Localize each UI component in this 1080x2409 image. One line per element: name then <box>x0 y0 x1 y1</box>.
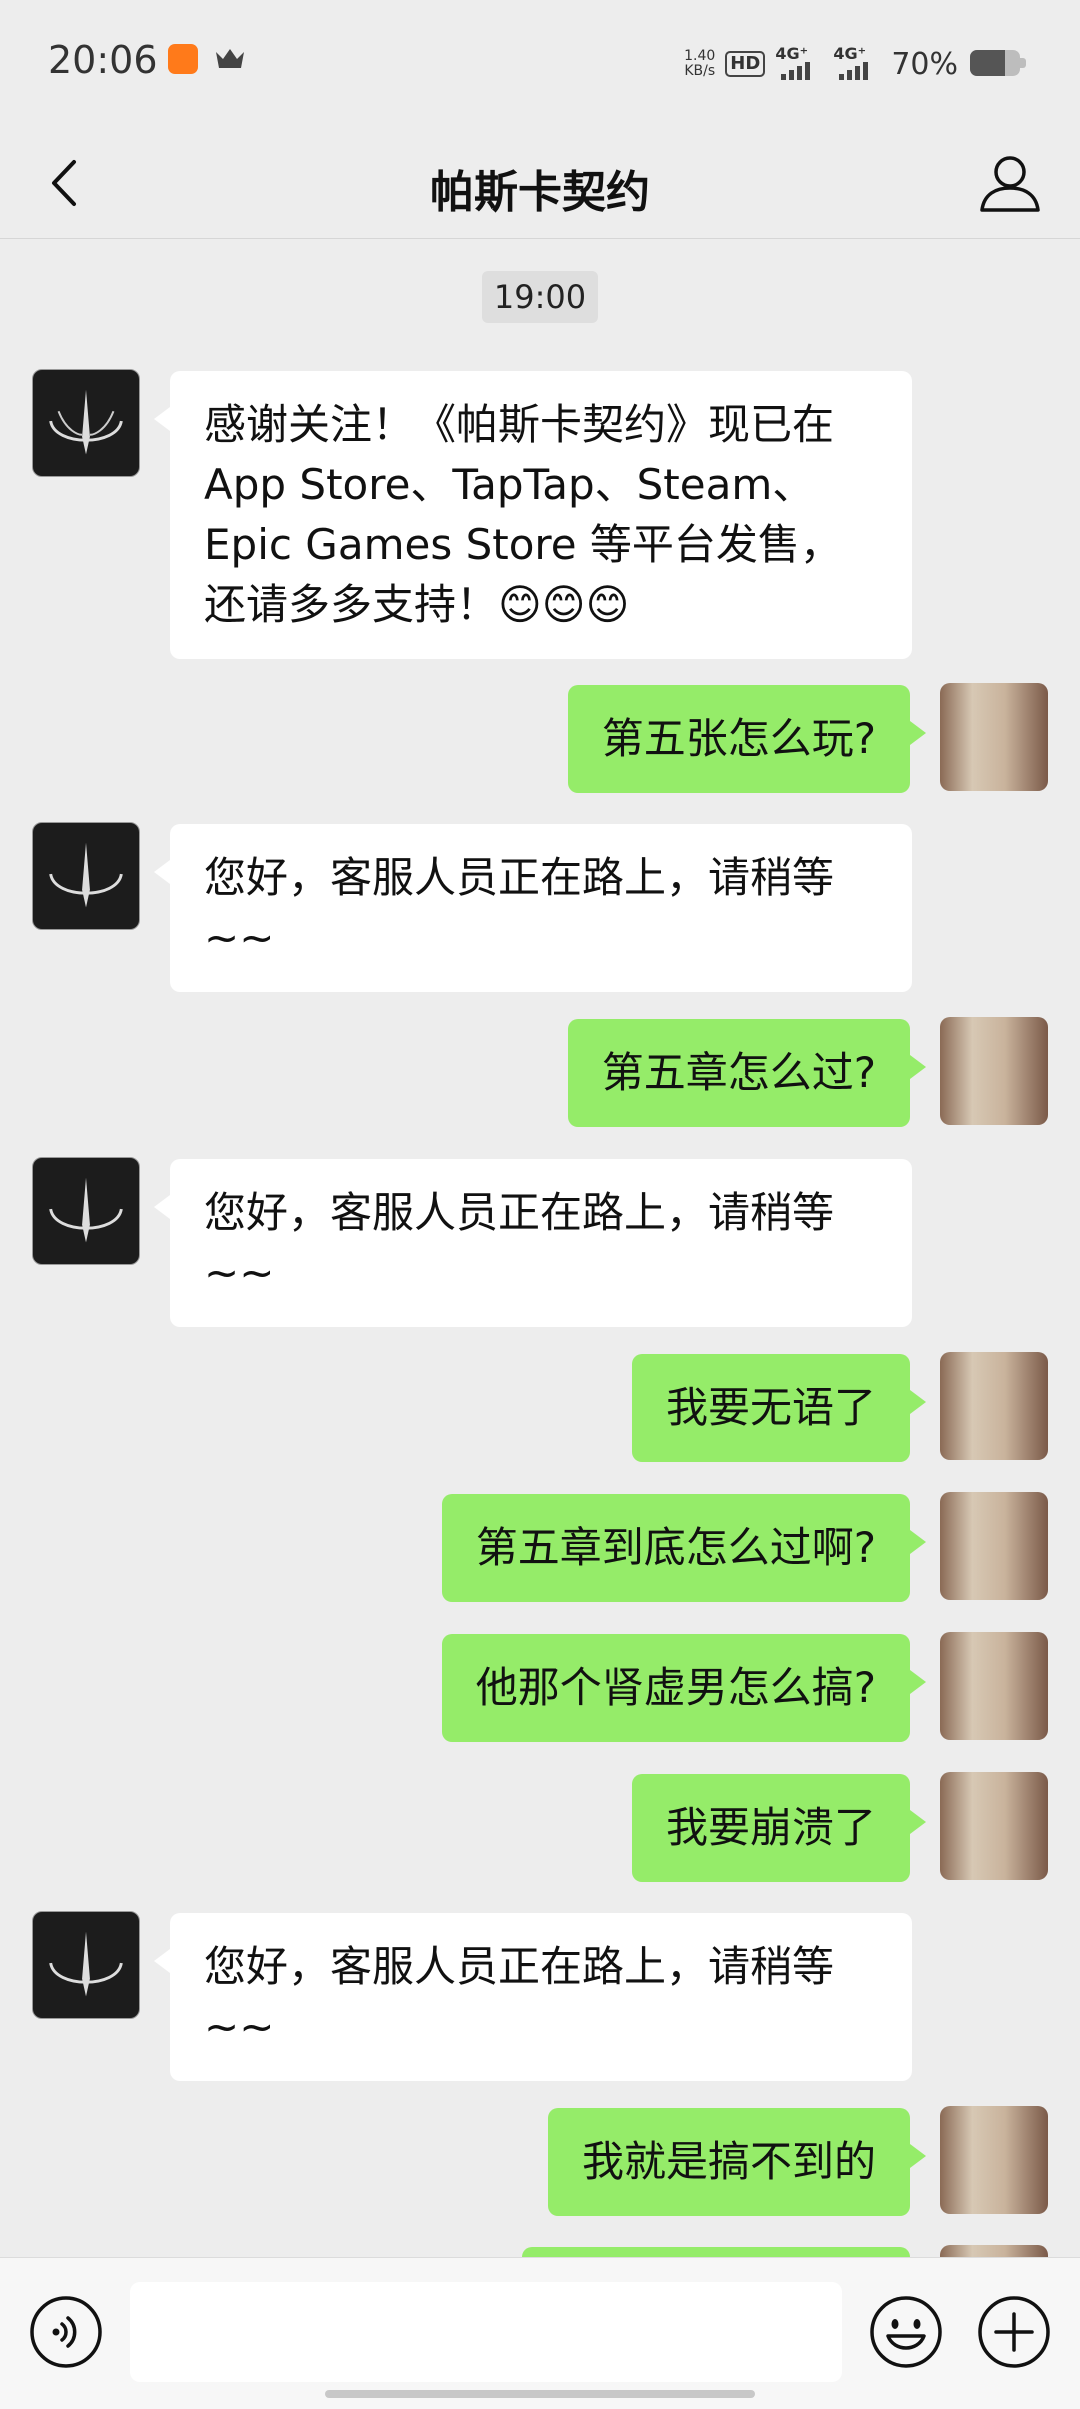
chat-header: 帕斯卡契约 <box>0 128 1080 239</box>
user-avatar[interactable] <box>940 1352 1048 1460</box>
game-logo-icon <box>49 1931 123 1997</box>
game-logo-icon <box>49 1177 123 1243</box>
user-avatar[interactable] <box>940 1772 1048 1880</box>
input-bar <box>0 2257 1080 2409</box>
emoji-icon[interactable] <box>868 2294 944 2370</box>
crown-icon <box>216 49 244 68</box>
voice-icon[interactable] <box>28 2294 104 2370</box>
status-bar: 20:06 1.40 KB/s HD 4G⁺ 4G⁺ 70% <box>0 0 1080 128</box>
status-time: 20:06 <box>48 38 158 82</box>
user-avatar[interactable] <box>940 2106 1048 2214</box>
user-avatar[interactable] <box>940 1492 1048 1600</box>
incoming-message[interactable]: 您好，客服人员正在路上，请稍等~~ <box>154 824 912 992</box>
message-timestamp: 19:00 <box>482 271 598 323</box>
taobao-notification-icon <box>168 44 198 74</box>
battery-percent: 70% <box>891 46 958 82</box>
status-indicators: 1.40 KB/s HD 4G⁺ 4G⁺ 70% <box>684 44 958 84</box>
message-input[interactable] <box>130 2282 842 2382</box>
game-logo-icon <box>49 389 123 455</box>
signal-icon-1: 4G⁺ <box>775 46 823 82</box>
chat-messages[interactable]: 19:00 感谢关注！《帕斯卡契约》现已在App Store、TapTap、St… <box>0 239 1080 2257</box>
outgoing-message[interactable]: 第五章到底怎么过啊? <box>441 1494 927 1602</box>
user-avatar[interactable] <box>940 683 1048 791</box>
bot-avatar[interactable] <box>32 822 140 930</box>
home-indicator[interactable] <box>325 2390 755 2398</box>
incoming-message[interactable]: 您好，客服人员正在路上，请稍等~~ <box>154 1159 912 1327</box>
game-logo-icon <box>49 842 123 908</box>
battery-tip <box>1020 58 1026 68</box>
network-speed-unit: KB/s <box>684 63 716 79</box>
outgoing-message[interactable]: 我要崩溃了 <box>631 1774 927 1882</box>
incoming-message[interactable]: 您好，客服人员正在路上，请稍等~~ <box>154 1913 912 2081</box>
network-speed: 1.40 KB/s <box>684 49 715 79</box>
bot-avatar[interactable] <box>32 1157 140 1265</box>
hd-icon: HD <box>725 51 766 77</box>
person-icon[interactable] <box>970 144 1050 224</box>
incoming-message[interactable]: 感谢关注！《帕斯卡契约》现已在App Store、TapTap、Steam、Ep… <box>154 371 912 659</box>
signal-icon-2: 4G⁺ <box>833 46 881 82</box>
outgoing-message[interactable]: 第五章怎么过? <box>567 1019 927 1127</box>
user-avatar[interactable] <box>940 2245 1048 2257</box>
outgoing-message[interactable]: 他那个肾虚男怎么搞? <box>441 1634 927 1742</box>
network-type-2: 4G⁺ <box>833 44 867 63</box>
user-avatar[interactable] <box>940 1632 1048 1740</box>
battery-icon <box>970 50 1020 76</box>
network-speed-value: 1.40 <box>684 48 716 64</box>
outgoing-message[interactable]: 第五张怎么玩? <box>567 685 927 793</box>
outgoing-message[interactable]: 我就是搞不到的 <box>547 2108 927 2216</box>
outgoing-message-partial[interactable] <box>522 2247 910 2257</box>
bot-avatar[interactable] <box>32 369 140 477</box>
page-title: 帕斯卡契约 <box>430 167 650 218</box>
plus-icon[interactable] <box>976 2294 1052 2370</box>
network-type-1: 4G⁺ <box>775 44 809 63</box>
user-avatar[interactable] <box>940 1017 1048 1125</box>
bot-avatar[interactable] <box>32 1911 140 2019</box>
outgoing-message[interactable]: 我要无语了 <box>631 1354 927 1462</box>
